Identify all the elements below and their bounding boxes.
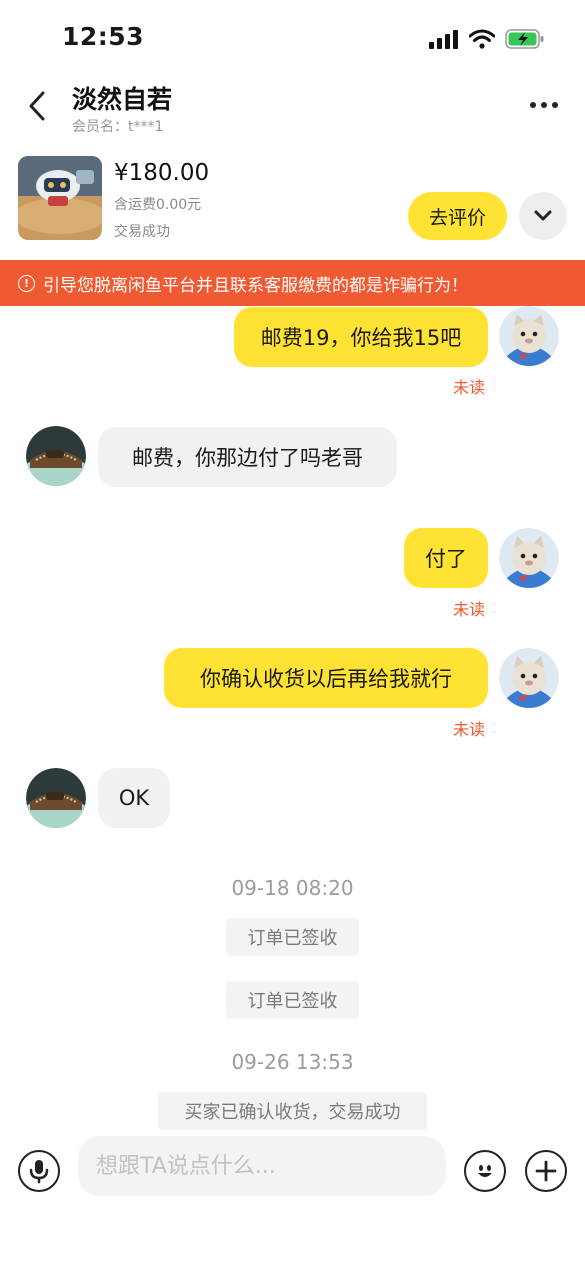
cat-avatar-image: [499, 528, 559, 588]
product-card[interactable]: ¥180.00 含运费0.00元 交易成功 去评价: [0, 150, 585, 258]
message-bubble-sent[interactable]: 你确认收货以后再给我就行: [164, 648, 488, 708]
peer-avatar[interactable]: [26, 426, 86, 486]
message-bubble-sent[interactable]: 付了: [404, 528, 488, 588]
my-avatar[interactable]: [499, 648, 559, 708]
message-input[interactable]: [78, 1136, 446, 1196]
chat-screen: 12:53 淡然自若 会员名：t***1 ¥180.00 含运费0.00元 交易…: [0, 0, 585, 1266]
smiley-icon: [478, 1165, 492, 1177]
signal-icon: [429, 30, 458, 49]
alert-icon: !: [18, 274, 35, 292]
system-notice: 订单已签收: [226, 981, 359, 1019]
unread-status: 未读: [453, 378, 486, 397]
cat-avatar-image: [499, 648, 559, 708]
emoji-button[interactable]: [464, 1150, 506, 1192]
message-text: 你确认收货以后再给我就行: [200, 667, 452, 691]
member-name: 会员名：t***1: [72, 119, 164, 135]
status-icons: [429, 28, 545, 50]
timestamp: 09-18 08:20: [231, 876, 354, 900]
product-shipping: 含运费0.00元: [114, 197, 202, 213]
peer-avatar-image: [26, 768, 86, 828]
timestamp: 09-26 13:53: [231, 1050, 354, 1074]
status-bar: 12:53: [0, 0, 585, 78]
chevron-down-icon: [534, 210, 552, 221]
voice-button[interactable]: [18, 1150, 60, 1192]
message-bubble-sent[interactable]: 邮费19，你给我15吧: [234, 307, 488, 367]
peer-avatar[interactable]: [26, 768, 86, 828]
message-bubble-received[interactable]: 邮费，你那边付了吗老哥: [98, 427, 397, 487]
chat-header: 淡然自若 会员名：t***1: [0, 78, 585, 144]
message-bubble-received[interactable]: OK: [98, 768, 170, 828]
message-text: 付了: [425, 547, 467, 571]
product-thumbnail[interactable]: [18, 156, 102, 240]
my-avatar[interactable]: [499, 306, 559, 366]
review-button[interactable]: 去评价: [408, 192, 507, 240]
more-dot: [541, 102, 547, 108]
system-notice: 买家已确认收货，交易成功: [158, 1092, 427, 1130]
back-arrow-icon: [29, 91, 45, 121]
more-button[interactable]: [527, 90, 561, 120]
wifi-icon: [469, 29, 495, 49]
cat-avatar-image: [499, 306, 559, 366]
unread-status: 未读: [453, 720, 486, 739]
battery-icon: [505, 29, 544, 49]
plus-icon: [535, 1160, 557, 1182]
input-bar: [0, 1130, 585, 1210]
my-avatar[interactable]: [499, 528, 559, 588]
fraud-warning-banner: ! 引导您脱离闲鱼平台并且联系客服缴费的都是诈骗行为！: [0, 260, 585, 306]
peer-avatar-image: [26, 426, 86, 486]
more-actions-button[interactable]: [525, 1150, 567, 1192]
product-image: [18, 156, 102, 240]
expand-button[interactable]: [519, 192, 567, 240]
trade-status: 交易成功: [114, 224, 170, 240]
more-dot: [552, 102, 558, 108]
back-button[interactable]: [22, 88, 52, 124]
message-text: OK: [118, 786, 150, 810]
unread-status: 未读: [453, 600, 486, 619]
status-time: 12:53: [62, 22, 145, 51]
warning-text: 引导您脱离闲鱼平台并且联系客服缴费的都是诈骗行为！: [43, 275, 468, 296]
more-dots-icon: [530, 102, 536, 108]
message-text: 邮费19，你给我15吧: [260, 326, 462, 350]
system-notice: 订单已签收: [226, 918, 359, 956]
peer-name: 淡然自若: [72, 85, 173, 114]
microphone-icon: [29, 1160, 49, 1184]
message-text: 邮费，你那边付了吗老哥: [132, 446, 363, 470]
product-price: ¥180.00: [114, 160, 210, 186]
